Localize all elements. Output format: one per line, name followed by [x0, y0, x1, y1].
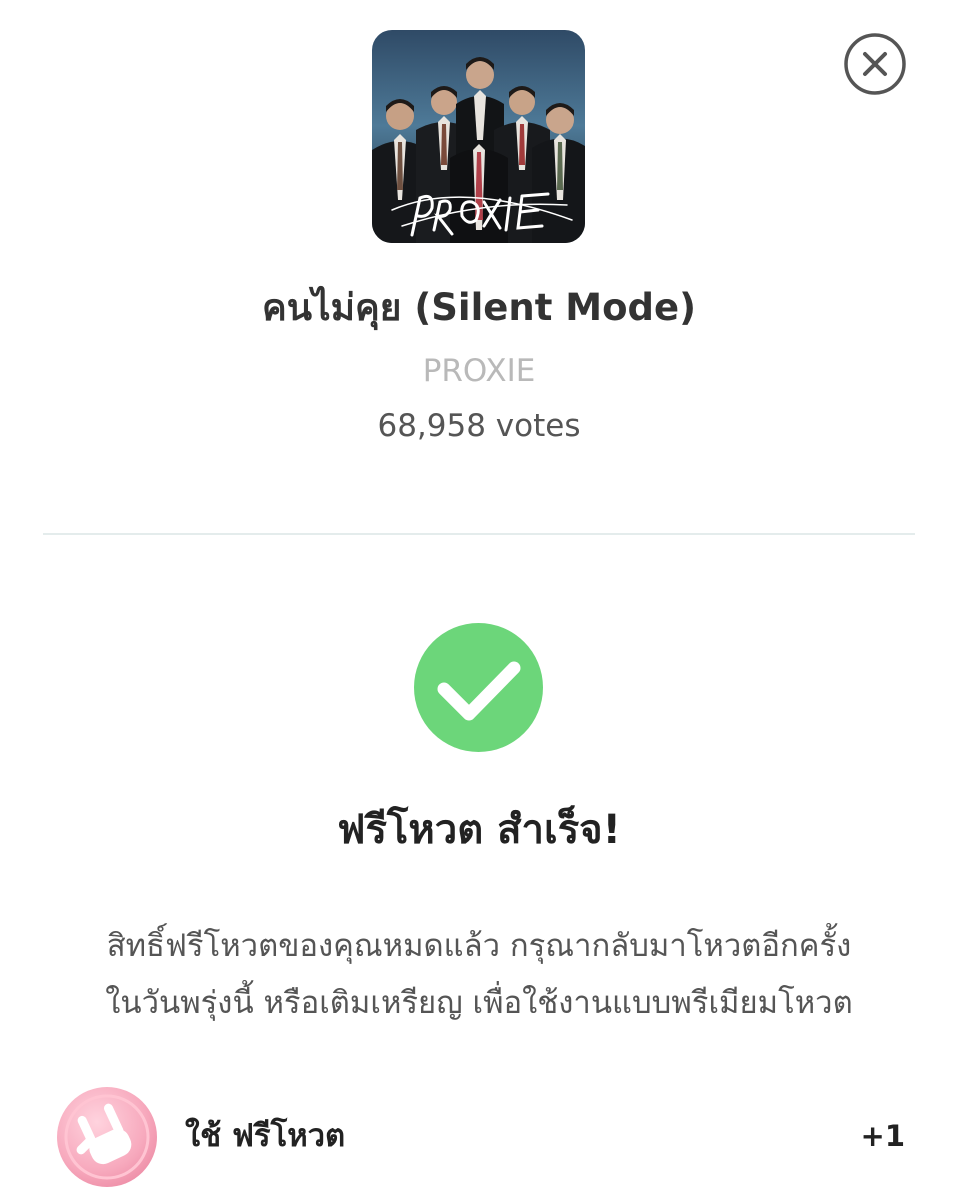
pink-rock-hand-coin-icon — [55, 1085, 159, 1189]
artist-name: PROXIE — [422, 353, 536, 389]
free-vote-label: ใช้ ฟรีโหวต — [185, 1118, 346, 1154]
close-button[interactable] — [844, 33, 906, 95]
album-cover-image — [372, 30, 585, 243]
divider — [43, 533, 915, 535]
message-line-2: ในวันพรุ่งนี้ หรือเติมเหรียญ เพื่อใช้งาน… — [105, 985, 853, 1021]
free-vote-count: +1 — [860, 1119, 905, 1153]
vote-count: 68,958 votes — [377, 408, 581, 444]
free-vote-option[interactable]: ใช้ ฟรีโหวต +1 — [55, 1085, 905, 1190]
success-title: ฟรีโหวต สำเร็จ! — [337, 807, 621, 853]
result-message: สิทธิ์ฟรีโหวตของคุณหมดแล้ว กรุณากลับมาโห… — [0, 918, 958, 1032]
check-circle-icon — [414, 623, 543, 752]
vote-result-page: คนไม่คุย (Silent Mode) PROXIE 68,958 vot… — [0, 0, 958, 1200]
message-line-1: สิทธิ์ฟรีโหวตของคุณหมดแล้ว กรุณากลับมาโห… — [106, 928, 852, 964]
close-icon — [844, 33, 906, 95]
song-title: คนไม่คุย (Silent Mode) — [261, 286, 696, 329]
album-cover — [372, 30, 585, 243]
